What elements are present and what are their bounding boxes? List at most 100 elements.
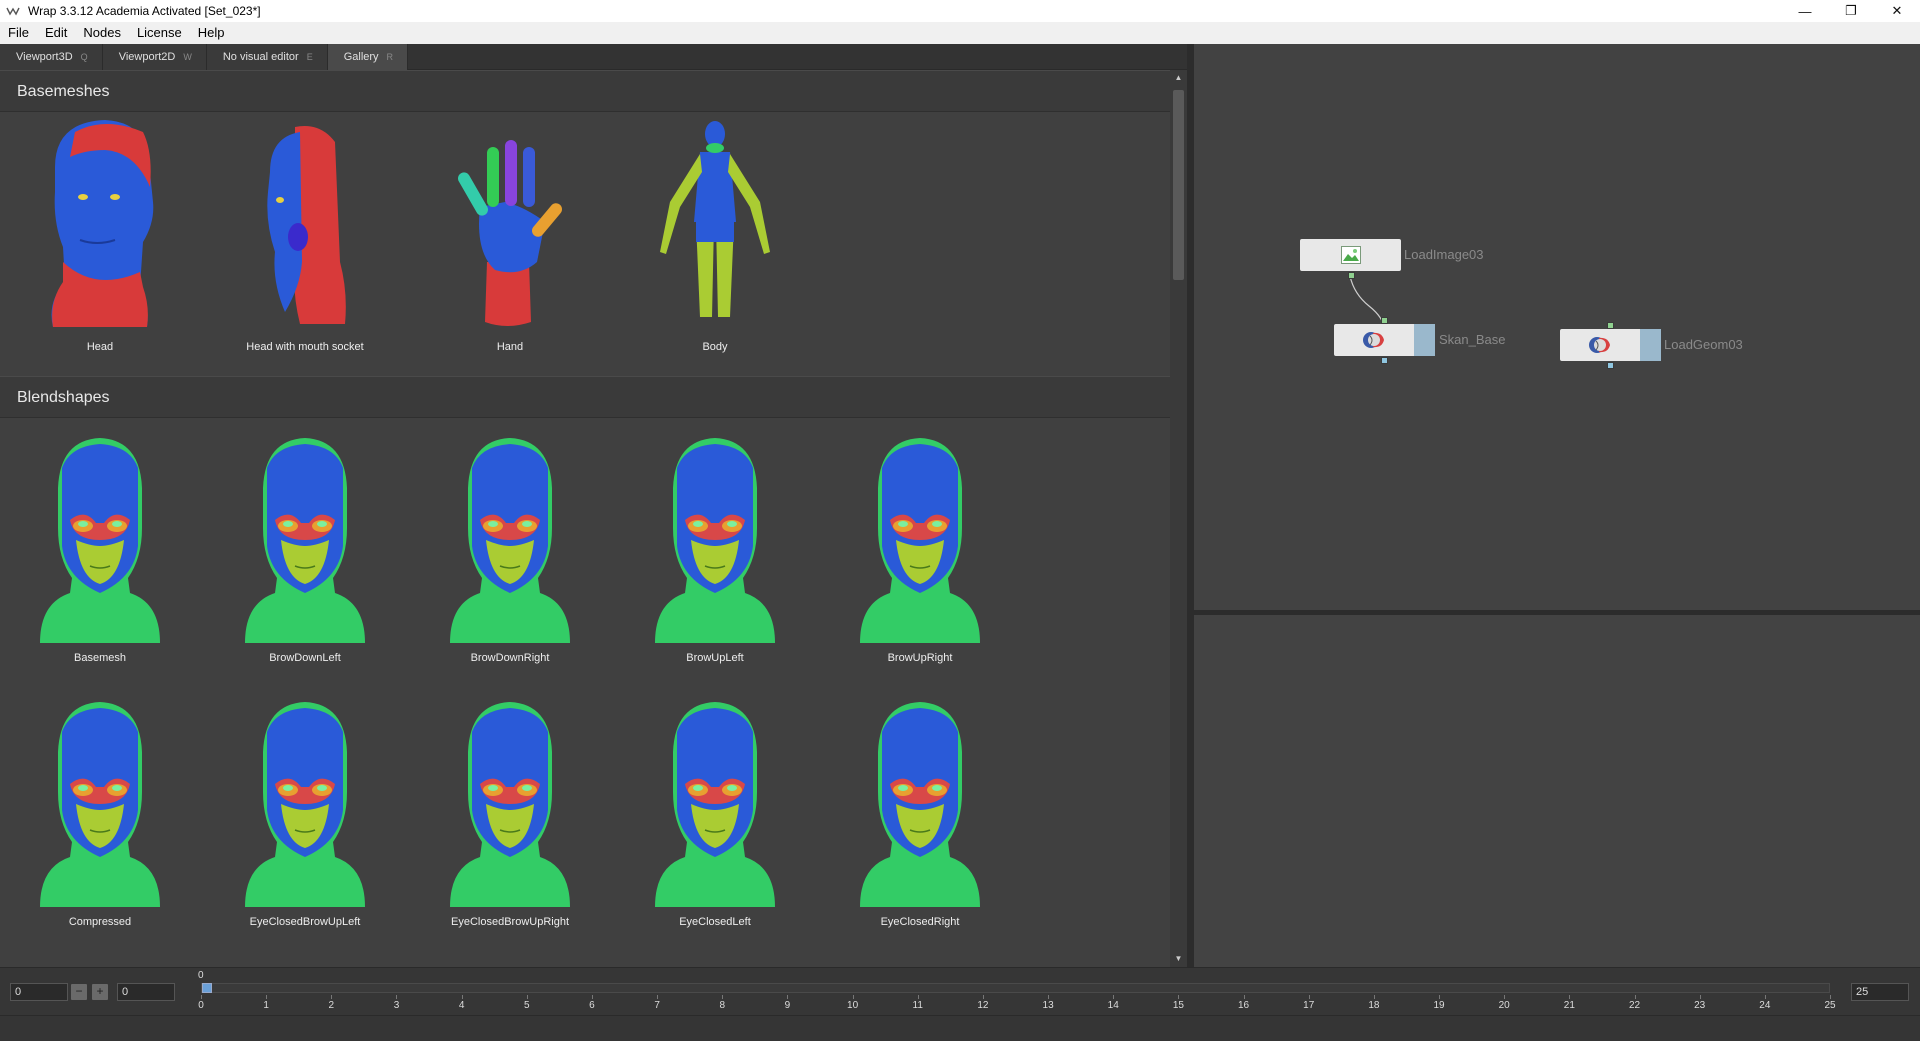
blendshape-thumbnail xyxy=(410,428,610,648)
gallery-item-blendshape[interactable]: EyeClosedRight xyxy=(820,692,1020,928)
tick-label: 24 xyxy=(1759,1000,1771,1011)
menu-license[interactable]: License xyxy=(129,22,190,44)
tick-label: 2 xyxy=(328,1000,335,1011)
minimize-button[interactable]: — xyxy=(1782,0,1828,22)
output-port[interactable] xyxy=(1607,362,1614,369)
title-bar: Wrap 3.3.12 Academia Activated [Set_023*… xyxy=(0,0,1920,22)
tick-label: 15 xyxy=(1172,1000,1184,1011)
item-label: BrowDownRight xyxy=(470,652,550,664)
tab-viewport3d[interactable]: Viewport3D Q xyxy=(0,44,103,70)
node-skan-base[interactable] xyxy=(1334,317,1435,364)
tick-label: 6 xyxy=(589,1000,595,1011)
tick-mark xyxy=(657,995,659,999)
gallery-view: Basemeshes Head Head with mouth socket H… xyxy=(0,70,1170,967)
tab-no-visual-editor[interactable]: No visual editor E xyxy=(206,44,328,70)
gallery-item-head-with-mouth-socket[interactable]: Head with mouth socket xyxy=(205,112,405,353)
scrollbar-thumb[interactable] xyxy=(1173,90,1184,280)
gallery-item-hand[interactable]: Hand xyxy=(410,112,610,353)
item-label: EyeClosedBrowUpRight xyxy=(451,916,569,928)
tab-hotkey: E xyxy=(306,52,313,62)
gallery-item-blendshape[interactable]: BrowUpRight xyxy=(820,428,1020,664)
panel-splitter[interactable] xyxy=(1187,44,1194,967)
maximize-button[interactable]: ❐ xyxy=(1828,0,1874,22)
node-visibility-toggle[interactable] xyxy=(1414,324,1435,356)
tick-label: 5 xyxy=(524,1000,530,1011)
timeline: 0 − + 0 0 0 1 2 3 4 5 6 7 8 9 10 11 12 13 14 15 16 17 18 19… xyxy=(0,967,1920,1015)
node-label: LoadImage03 xyxy=(1404,247,1484,262)
gallery-item-blendshape[interactable]: EyeClosedBrowUpLeft xyxy=(205,692,405,928)
close-button[interactable]: ✕ xyxy=(1874,0,1920,22)
wrap-app-icon xyxy=(6,3,22,19)
timeline-cursor-label: 0 xyxy=(198,970,204,981)
tab-viewport2d[interactable]: Viewport2D W xyxy=(102,44,207,70)
tick-mark xyxy=(852,995,854,999)
scroll-down-icon[interactable]: ▼ xyxy=(1170,951,1187,967)
tab-label: Gallery xyxy=(343,51,379,63)
scroll-up-icon[interactable]: ▲ xyxy=(1170,70,1187,86)
tick-label: 21 xyxy=(1563,1000,1575,1011)
output-port[interactable] xyxy=(1381,357,1388,364)
gallery-item-blendshape[interactable]: BrowUpLeft xyxy=(615,428,815,664)
timeline-end-input[interactable]: 25 xyxy=(1851,983,1909,1001)
tick-label: 10 xyxy=(847,1000,859,1011)
increment-frame-button[interactable]: + xyxy=(92,984,108,1000)
tick-mark xyxy=(1439,995,1441,999)
tab-gallery[interactable]: Gallery R xyxy=(327,44,409,70)
gallery-item-blendshape[interactable]: BrowDownLeft xyxy=(205,428,405,664)
node-label: LoadGeom03 xyxy=(1664,337,1743,352)
blendshapes-grid: Basemesh BrowDownLeft BrowDownRight BrowUpL… xyxy=(0,418,1170,967)
menu-help[interactable]: Help xyxy=(190,22,233,44)
node-visibility-toggle[interactable] xyxy=(1640,329,1661,361)
status-bar xyxy=(0,1015,1920,1041)
gallery-item-head[interactable]: Head xyxy=(0,112,200,353)
tick-label: 17 xyxy=(1303,1000,1315,1011)
tick-mark xyxy=(266,995,268,999)
tick-mark xyxy=(591,995,593,999)
tick-label: 25 xyxy=(1824,1000,1836,1011)
gallery-item-blendshape[interactable]: EyeClosedBrowUpRight xyxy=(410,692,610,928)
gallery-item-blendshape[interactable]: Compressed xyxy=(0,692,200,928)
node-graph[interactable]: LoadImage03 Skan_Base LoadGeom03 xyxy=(1194,44,1920,610)
item-label: EyeClosedBrowUpLeft xyxy=(249,916,361,928)
node-loadimage03[interactable] xyxy=(1300,239,1401,279)
gallery-item-blendshape[interactable]: Basemesh xyxy=(0,428,200,664)
tick-mark xyxy=(1504,995,1506,999)
body-thumbnail xyxy=(615,112,815,337)
head-mouth-socket-thumbnail xyxy=(205,112,405,337)
gallery-item-blendshape[interactable]: EyeClosedLeft xyxy=(615,692,815,928)
current-frame-input[interactable]: 0 xyxy=(117,983,175,1001)
node-loadgeom03[interactable] xyxy=(1560,322,1661,369)
app-window: Wrap 3.3.12 Academia Activated [Set_023*… xyxy=(0,0,1920,1041)
tab-hotkey: Q xyxy=(80,52,88,62)
window-title: Wrap 3.3.12 Academia Activated [Set_023*… xyxy=(28,4,261,18)
tick-mark xyxy=(1048,995,1050,999)
gallery-item-blendshape[interactable]: BrowDownRight xyxy=(410,428,610,664)
timeline-cursor[interactable] xyxy=(202,983,212,993)
tab-hotkey: R xyxy=(386,52,394,62)
tick-label: 4 xyxy=(458,1000,465,1011)
tick-label: 7 xyxy=(654,1000,660,1011)
item-label: EyeClosedLeft xyxy=(679,916,751,928)
output-port[interactable] xyxy=(1348,272,1355,279)
head-thumbnail xyxy=(0,112,200,337)
tick-label: 22 xyxy=(1628,1000,1641,1011)
menu-edit[interactable]: Edit xyxy=(37,22,75,44)
item-label: Compressed xyxy=(68,916,132,928)
menu-nodes[interactable]: Nodes xyxy=(75,22,129,44)
input-port[interactable] xyxy=(1607,322,1614,329)
geometry-icon xyxy=(1560,329,1640,361)
blendshape-thumbnail xyxy=(410,692,610,912)
gallery-scrollbar[interactable]: ▲ ▼ xyxy=(1170,70,1187,967)
tick-mark xyxy=(1113,995,1115,999)
timeline-start-input[interactable]: 0 xyxy=(10,983,68,1001)
blendshape-thumbnail xyxy=(615,692,815,912)
menu-file[interactable]: File xyxy=(0,22,37,44)
gallery-item-body[interactable]: Body xyxy=(615,112,815,353)
decrement-frame-button[interactable]: − xyxy=(71,984,87,1000)
tick-label: 0 xyxy=(198,1000,204,1011)
tab-bar: Viewport3D Q Viewport2D W No visual editor… xyxy=(0,44,1187,70)
tick-mark xyxy=(526,995,528,999)
tick-mark xyxy=(722,995,724,999)
input-port[interactable] xyxy=(1381,317,1388,324)
timeline-track[interactable] xyxy=(201,983,1830,993)
